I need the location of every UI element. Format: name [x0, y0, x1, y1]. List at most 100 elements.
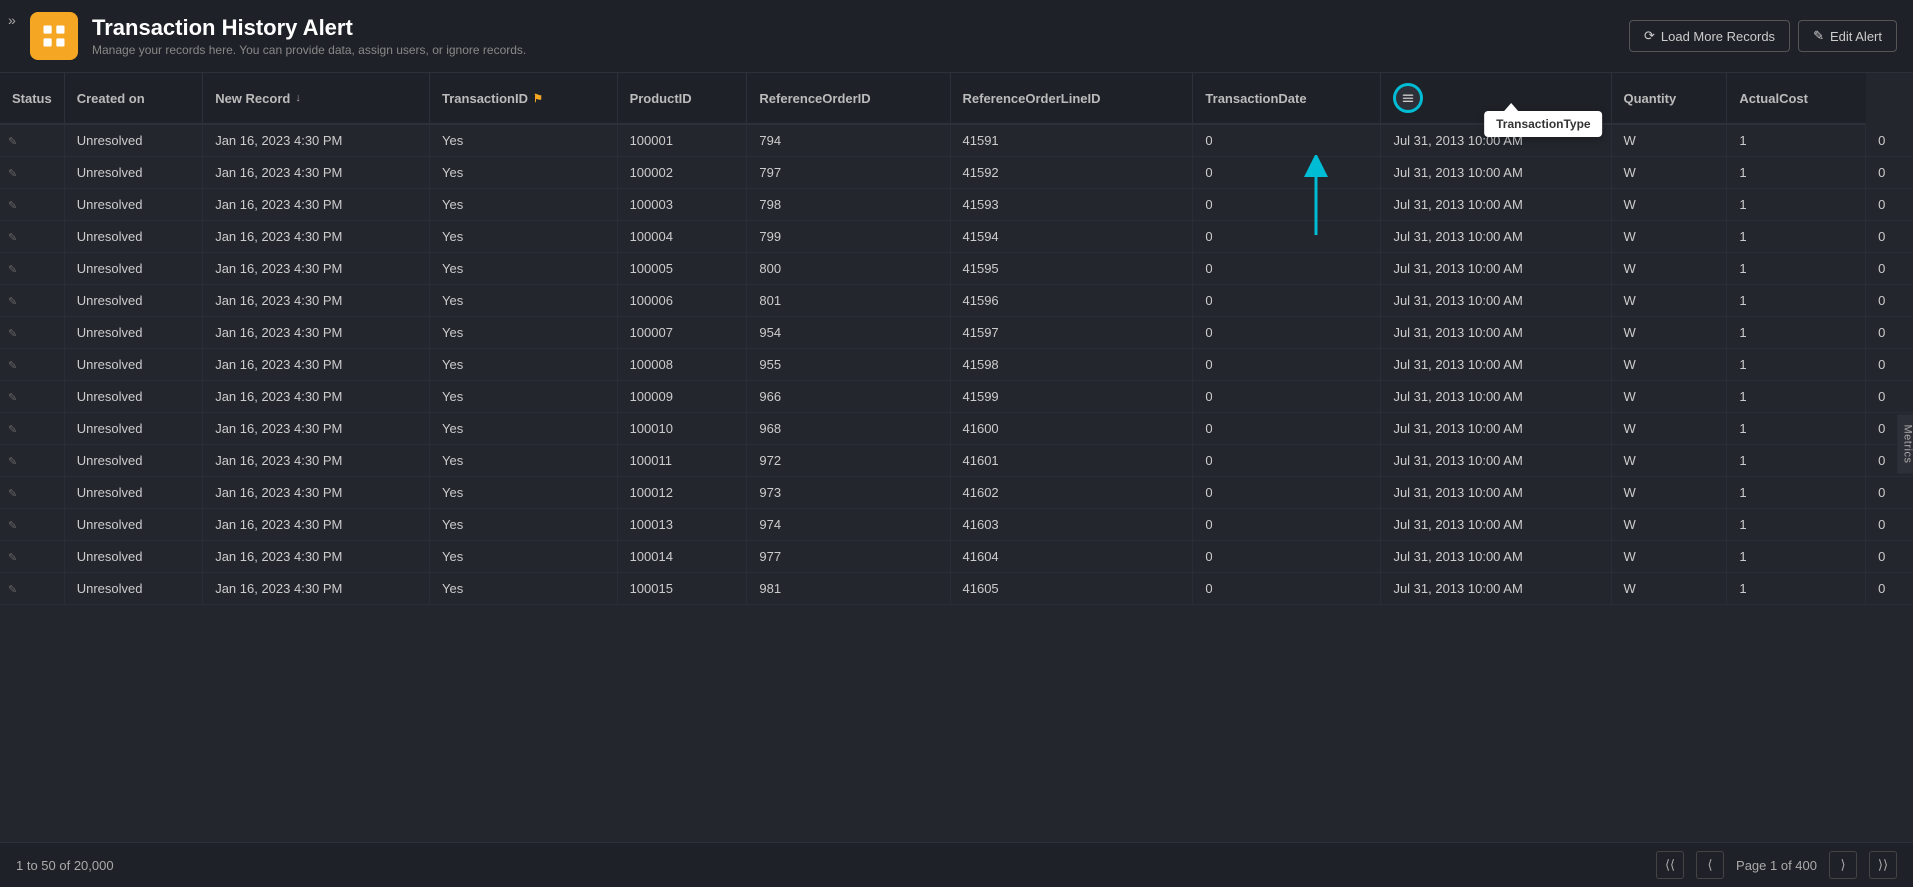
sort-icon: ↓ — [295, 92, 301, 104]
row-edit-icon[interactable]: ✎ — [8, 488, 17, 500]
prev-page-button[interactable]: ⟨ — [1696, 851, 1724, 879]
cell-product-id: 799 — [747, 221, 950, 253]
cell-transaction-date: Jul 31, 2013 10:00 AM — [1381, 253, 1611, 285]
row-edit-icon[interactable]: ✎ — [8, 520, 17, 532]
row-edit-icon[interactable]: ✎ — [8, 200, 17, 212]
cell-quantity: 1 — [1727, 285, 1866, 317]
row-edit-icon[interactable]: ✎ — [8, 360, 17, 372]
next-page-button[interactable]: ⟩ — [1829, 851, 1857, 879]
cell-transaction-id: 100008 — [617, 349, 747, 381]
cell-product-id: 794 — [747, 124, 950, 157]
last-page-button[interactable]: ⟩⟩ — [1869, 851, 1897, 879]
grid-icon — [40, 22, 68, 50]
cell-status: Unresolved — [64, 157, 202, 189]
page-indicator: Page 1 of 400 — [1736, 858, 1817, 873]
cell-actual-cost: 0 — [1866, 157, 1913, 189]
cell-product-id: 798 — [747, 189, 950, 221]
cell-quantity: 1 — [1727, 445, 1866, 477]
cell-actual-cost: 0 — [1866, 477, 1913, 509]
col-header-reference-order-line-id: ReferenceOrderLineID — [950, 73, 1193, 124]
cell-reference-order-line-id: 0 — [1193, 381, 1381, 413]
cell-quantity: 1 — [1727, 413, 1866, 445]
cell-created-on: Jan 16, 2023 4:30 PM — [203, 285, 430, 317]
row-edit-icon[interactable]: ✎ — [8, 424, 17, 436]
cell-product-id: 955 — [747, 349, 950, 381]
table-row: ✎UnresolvedJan 16, 2023 4:30 PMYes100013… — [0, 509, 1913, 541]
cell-new-record: Yes — [430, 285, 618, 317]
cell-reference-order-id: 41598 — [950, 349, 1193, 381]
load-more-records-button[interactable]: ⟳ Load More Records — [1629, 20, 1790, 52]
table-row: ✎UnresolvedJan 16, 2023 4:30 PMYes100002… — [0, 157, 1913, 189]
cell-transaction-date: Jul 31, 2013 10:00 AM — [1381, 573, 1611, 605]
transaction-type-column-menu-button[interactable] — [1393, 83, 1423, 113]
cell-transaction-type: W — [1611, 381, 1727, 413]
table-row: ✎UnresolvedJan 16, 2023 4:30 PMYes100001… — [0, 124, 1913, 157]
filter-icon: ⚑ — [533, 92, 543, 105]
cell-new-record: Yes — [430, 573, 618, 605]
cell-transaction-type: W — [1611, 189, 1727, 221]
table-header-row: Status Created on New Record ↓ — [0, 73, 1913, 124]
row-edit-icon[interactable]: ✎ — [8, 552, 17, 564]
cell-status: Unresolved — [64, 541, 202, 573]
cell-transaction-type: W — [1611, 445, 1727, 477]
cell-product-id: 954 — [747, 317, 950, 349]
cell-created-on: Jan 16, 2023 4:30 PM — [203, 221, 430, 253]
col-header-new-record[interactable]: New Record ↓ — [203, 73, 430, 124]
cell-status: Unresolved — [64, 509, 202, 541]
records-table: Status Created on New Record ↓ — [0, 73, 1913, 605]
cell-reference-order-line-id: 0 — [1193, 253, 1381, 285]
sidebar-toggle[interactable]: » — [8, 12, 16, 28]
cell-created-on: Jan 16, 2023 4:30 PM — [203, 541, 430, 573]
cell-created-on: Jan 16, 2023 4:30 PM — [203, 381, 430, 413]
pagination-range: 1 to 50 of 20,000 — [16, 858, 114, 873]
cell-reference-order-id: 41600 — [950, 413, 1193, 445]
metrics-tab[interactable]: Metrics — [1898, 414, 1913, 473]
cell-reference-order-line-id: 0 — [1193, 413, 1381, 445]
row-edit-icon[interactable]: ✎ — [8, 584, 17, 596]
footer: 1 to 50 of 20,000 ⟨⟨ ⟨ Page 1 of 400 ⟩ ⟩… — [0, 842, 1913, 887]
cell-quantity: 1 — [1727, 381, 1866, 413]
cell-transaction-id: 100005 — [617, 253, 747, 285]
cell-created-on: Jan 16, 2023 4:30 PM — [203, 157, 430, 189]
cell-created-on: Jan 16, 2023 4:30 PM — [203, 573, 430, 605]
row-edit-icon[interactable]: ✎ — [8, 296, 17, 308]
cell-reference-order-id: 41605 — [950, 573, 1193, 605]
cell-new-record: Yes — [430, 381, 618, 413]
row-edit-icon[interactable]: ✎ — [8, 328, 17, 340]
cell-transaction-date: Jul 31, 2013 10:00 AM — [1381, 445, 1611, 477]
first-page-button[interactable]: ⟨⟨ — [1656, 851, 1684, 879]
cell-transaction-date: Jul 31, 2013 10:00 AM — [1381, 541, 1611, 573]
row-edit-icon[interactable]: ✎ — [8, 392, 17, 404]
cell-transaction-type: W — [1611, 349, 1727, 381]
app-icon — [30, 12, 78, 60]
col-header-transaction-id: TransactionID ⚑ — [430, 73, 618, 124]
row-edit-icon[interactable]: ✎ — [8, 264, 17, 276]
cell-actual-cost: 0 — [1866, 573, 1913, 605]
cell-status: Unresolved — [64, 477, 202, 509]
cell-transaction-date: Jul 31, 2013 10:00 AM — [1381, 157, 1611, 189]
cell-transaction-id: 100003 — [617, 189, 747, 221]
cell-product-id: 966 — [747, 381, 950, 413]
cell-reference-order-line-id: 0 — [1193, 477, 1381, 509]
row-edit-icon[interactable]: ✎ — [8, 456, 17, 468]
cell-created-on: Jan 16, 2023 4:30 PM — [203, 445, 430, 477]
row-edit-icon[interactable]: ✎ — [8, 168, 17, 180]
cell-created-on: Jan 16, 2023 4:30 PM — [203, 413, 430, 445]
cell-product-id: 973 — [747, 477, 950, 509]
table-row: ✎UnresolvedJan 16, 2023 4:30 PMYes100004… — [0, 221, 1913, 253]
row-edit-icon[interactable]: ✎ — [8, 136, 17, 148]
cell-reference-order-id: 41591 — [950, 124, 1193, 157]
cell-transaction-type: W — [1611, 157, 1727, 189]
cell-reference-order-line-id: 0 — [1193, 189, 1381, 221]
cell-status: Unresolved — [64, 221, 202, 253]
cell-created-on: Jan 16, 2023 4:30 PM — [203, 509, 430, 541]
cell-reference-order-line-id: 0 — [1193, 285, 1381, 317]
row-edit-icon[interactable]: ✎ — [8, 232, 17, 244]
cell-quantity: 1 — [1727, 221, 1866, 253]
col-header-reference-order-id: ReferenceOrderID — [747, 73, 950, 124]
cell-transaction-id: 100006 — [617, 285, 747, 317]
cell-quantity: 1 — [1727, 509, 1866, 541]
col-header-actual-cost: ActualCost — [1727, 73, 1866, 124]
cell-new-record: Yes — [430, 413, 618, 445]
edit-alert-button[interactable]: ✎ Edit Alert — [1798, 20, 1897, 52]
